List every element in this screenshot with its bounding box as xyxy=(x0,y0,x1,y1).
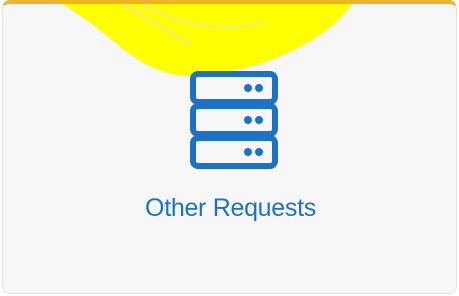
other-requests-card[interactable]: Other Requests xyxy=(2,0,457,294)
server-icon xyxy=(190,71,278,169)
card-title: Other Requests xyxy=(145,194,316,222)
